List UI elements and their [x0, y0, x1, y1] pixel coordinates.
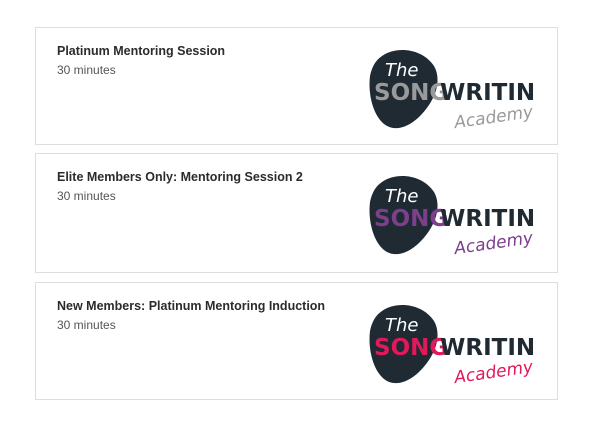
session-card[interactable]: New Members: Platinum Mentoring Inductio…: [35, 282, 558, 400]
session-title: Elite Members Only: Mentoring Session 2: [57, 170, 303, 184]
logo-song-text: SONG: [374, 80, 448, 106]
logo-the-text: The: [385, 60, 418, 81]
logo-writing-text: WRITING: [440, 335, 534, 361]
logo-academy-text: Academy: [452, 357, 534, 388]
logo-the-text: The: [385, 186, 418, 207]
logo-academy-text: Academy: [452, 228, 534, 259]
logo-writing-text: WRITING: [440, 80, 534, 106]
songwriting-academy-logo: The SONG WRITING Academy: [369, 305, 534, 388]
session-card[interactable]: Platinum Mentoring Session 30 minutes Th…: [35, 27, 558, 145]
logo-writing-text: WRITING: [440, 206, 534, 232]
logo-the-text: The: [385, 315, 418, 336]
songwriting-academy-logo: The SONG WRITING Academy: [369, 176, 534, 259]
logo-song-text: SONG: [374, 335, 448, 361]
logo-song-text: SONG: [374, 206, 448, 232]
session-list: Platinum Mentoring Session 30 minutes Th…: [0, 0, 600, 430]
songwriting-academy-logo: The SONG WRITING Academy: [369, 50, 534, 133]
session-duration: 30 minutes: [57, 63, 116, 77]
session-duration: 30 minutes: [57, 189, 116, 203]
session-card[interactable]: Elite Members Only: Mentoring Session 2 …: [35, 153, 558, 273]
session-title: Platinum Mentoring Session: [57, 44, 226, 58]
session-title: New Members: Platinum Mentoring Inductio…: [57, 299, 326, 313]
session-duration: 30 minutes: [57, 318, 116, 332]
logo-academy-text: Academy: [452, 102, 534, 133]
